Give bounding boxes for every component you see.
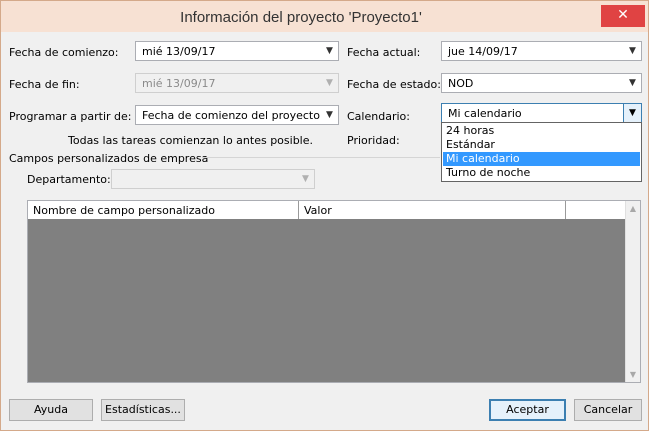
cancel-button[interactable]: Cancelar — [574, 399, 642, 421]
column-header-field-name[interactable]: Nombre de campo personalizado — [33, 204, 215, 217]
custom-fields-grid[interactable]: Nombre de campo personalizado Valor ▲ ▼ — [27, 200, 641, 383]
column-header-value[interactable]: Valor — [304, 204, 332, 217]
schedule-note: Todas las tareas comienzan lo antes posi… — [68, 134, 314, 147]
status-date-label: Fecha de estado: — [347, 78, 441, 91]
close-button[interactable]: ✕ — [601, 5, 645, 27]
current-date-value: jue 14/09/17 — [448, 45, 518, 58]
chevron-down-icon[interactable]: ▼ — [623, 104, 641, 122]
grid-body[interactable] — [28, 219, 626, 382]
end-date-value: mié 13/09/17 — [142, 77, 216, 90]
end-date-combo: mié 13/09/17 ▼ — [135, 73, 339, 93]
calendar-dropdown-list[interactable]: 24 horas Estándar Mi calendario Turno de… — [441, 122, 642, 182]
group-divider — [202, 157, 440, 158]
start-date-label: Fecha de comienzo: — [9, 46, 119, 59]
department-combo: ▼ — [111, 169, 315, 189]
help-button[interactable]: Ayuda — [9, 399, 93, 421]
title-bar[interactable]: Información del proyecto 'Proyecto1' ✕ — [1, 5, 648, 32]
end-date-label: Fecha de fin: — [9, 78, 80, 91]
calendar-option[interactable]: Turno de noche — [443, 166, 640, 180]
department-label: Departamento: — [27, 173, 111, 186]
accept-button[interactable]: Aceptar — [489, 399, 566, 421]
chevron-down-icon[interactable]: ▼ — [624, 74, 641, 92]
schedule-from-value: Fecha de comienzo del proyecto — [142, 109, 320, 122]
statistics-button[interactable]: Estadísticas... — [101, 399, 185, 421]
status-date-combo[interactable]: NOD ▼ — [441, 73, 642, 93]
priority-label: Prioridad: — [347, 134, 400, 147]
schedule-from-label: Programar a partir de: — [9, 110, 132, 123]
calendar-option-selected[interactable]: Mi calendario — [443, 152, 640, 166]
grid-header: Nombre de campo personalizado Valor — [28, 201, 626, 220]
column-divider[interactable] — [565, 201, 566, 219]
chevron-down-icon[interactable]: ▼ — [321, 106, 338, 124]
column-divider[interactable] — [298, 201, 299, 219]
chevron-down-icon[interactable]: ▼ — [624, 42, 641, 60]
vertical-scrollbar[interactable]: ▲ ▼ — [625, 201, 640, 382]
status-date-value: NOD — [448, 77, 474, 90]
scroll-down-arrow-icon[interactable]: ▼ — [626, 370, 640, 379]
calendar-option[interactable]: Estándar — [443, 138, 640, 152]
start-date-combo[interactable]: mié 13/09/17 ▼ — [135, 41, 339, 61]
chevron-down-icon: ▼ — [326, 78, 333, 88]
calendar-option[interactable]: 24 horas — [443, 124, 640, 138]
chevron-down-icon: ▼ — [302, 174, 309, 184]
enterprise-fields-group-label: Campos personalizados de empresa — [9, 152, 209, 165]
scroll-up-arrow-icon[interactable]: ▲ — [626, 204, 640, 213]
start-date-value: mié 13/09/17 — [142, 45, 216, 58]
calendar-label: Calendario: — [347, 110, 410, 123]
calendar-combo[interactable]: Mi calendario ▼ — [441, 103, 642, 123]
dialog-title: Información del proyecto 'Proyecto1' — [180, 9, 422, 26]
schedule-from-combo[interactable]: Fecha de comienzo del proyecto ▼ — [135, 105, 339, 125]
current-date-label: Fecha actual: — [347, 46, 421, 59]
current-date-combo[interactable]: jue 14/09/17 ▼ — [441, 41, 642, 61]
project-info-dialog: Información del proyecto 'Proyecto1' ✕ F… — [0, 0, 649, 431]
calendar-value: Mi calendario — [448, 107, 522, 120]
chevron-down-icon[interactable]: ▼ — [321, 42, 338, 60]
close-icon: ✕ — [617, 7, 629, 23]
